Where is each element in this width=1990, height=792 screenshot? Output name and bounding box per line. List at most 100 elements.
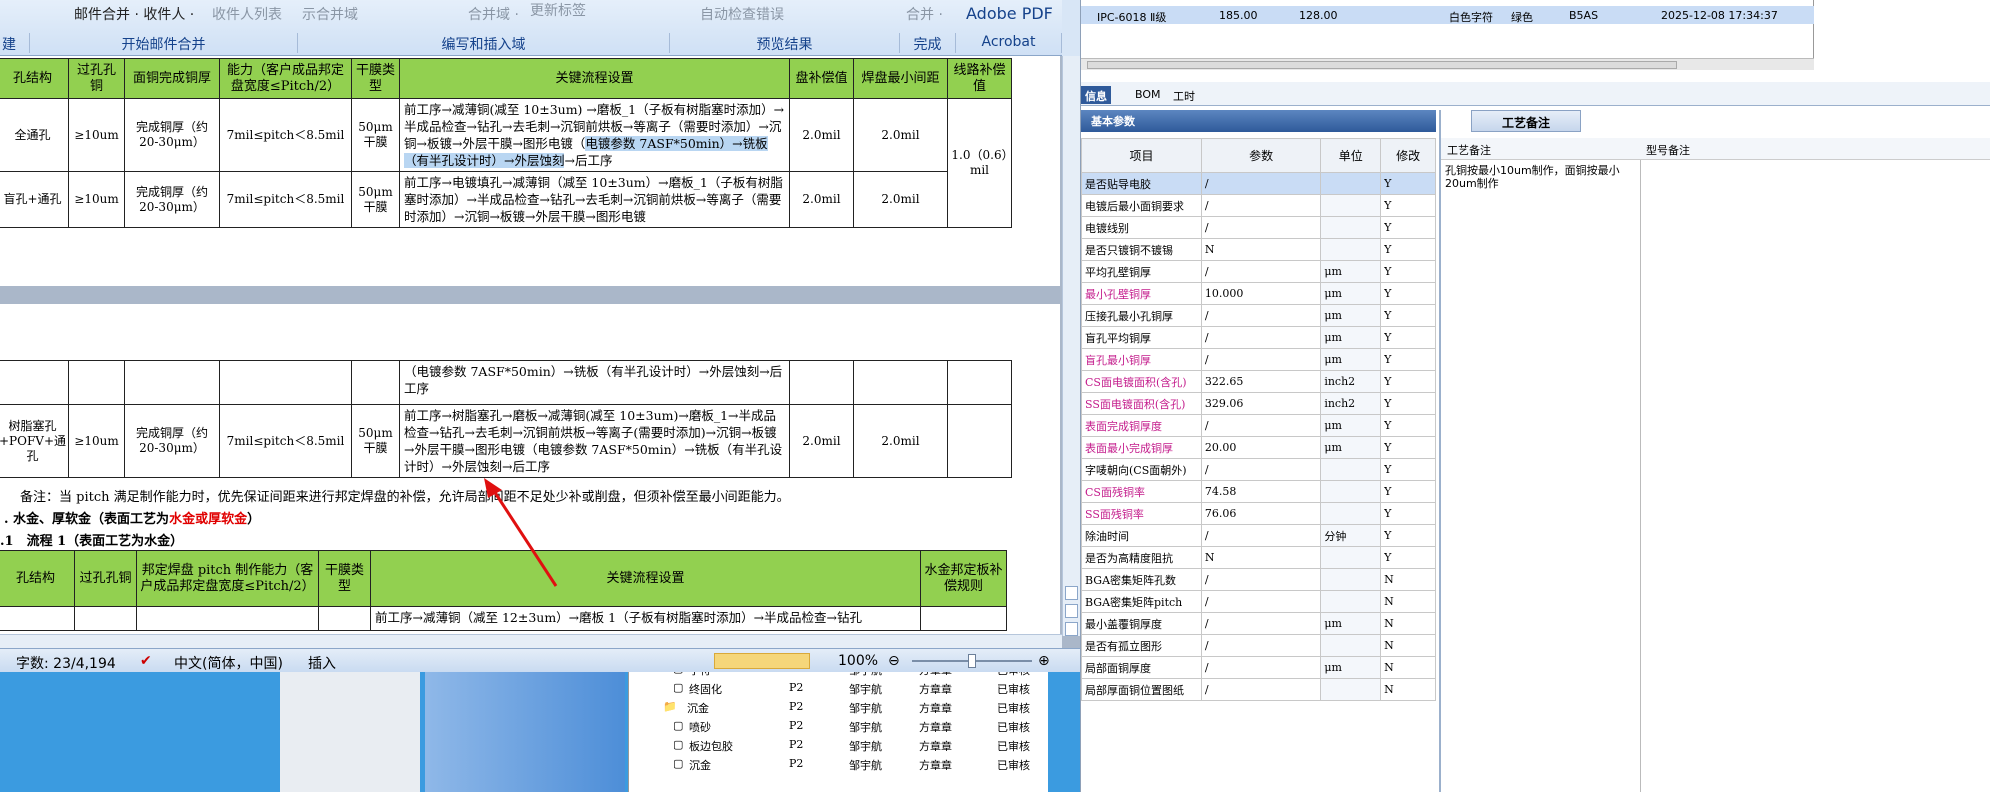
param-row[interactable]: 除油时间 / 分钟 Y xyxy=(1081,524,1436,547)
param-row[interactable]: 电镀线别 / Y xyxy=(1081,216,1436,239)
selected-record-row[interactable]: IPC-6018 Ⅱ级 185.00 128.00 白色字符 绿色 B5AS 2… xyxy=(1081,6,1814,24)
param-value[interactable]: 74.58 xyxy=(1200,480,1322,503)
param-row[interactable]: 最小孔壁铜厚 10.000 μm Y xyxy=(1081,282,1436,305)
param-row[interactable]: 盲孔最小铜厚 / μm Y xyxy=(1081,348,1436,371)
param-value[interactable]: / xyxy=(1200,414,1322,437)
tree-row[interactable]: ▢ 终固化 P2 邹宇航 方章章 已审核 xyxy=(629,679,1049,697)
param-row[interactable]: 是否只镀铜不镀锡 N Y xyxy=(1081,238,1436,261)
param-item: 表面最小完成铜厚 xyxy=(1081,436,1202,459)
insert-mode[interactable]: 插入 xyxy=(308,653,336,673)
craft-note-text[interactable]: 孔铜按最小10um制作，面铜按最小20um制作 xyxy=(1441,160,1641,792)
document-page-1[interactable]: 孔结构 过孔孔铜 面铜完成铜厚 能力（客户成品邦定盘宽度≤Pitch/2） 干膜… xyxy=(0,56,1060,286)
param-value[interactable]: / xyxy=(1200,568,1322,591)
view-buttons[interactable] xyxy=(714,653,810,669)
th-film: 干膜类型 xyxy=(351,58,400,99)
tree-row[interactable]: ▢ 喷砂 P2 邹宇航 方章章 已审核 xyxy=(629,717,1049,735)
param-row[interactable]: BGA密集矩阵pitch / N xyxy=(1081,590,1436,613)
param-value[interactable]: 76.06 xyxy=(1200,502,1322,525)
param-row[interactable]: CS面残铜率 74.58 Y xyxy=(1081,480,1436,503)
param-item: 盲孔平均铜厚 xyxy=(1081,326,1202,349)
tree-row[interactable]: ▢ 板边包胶 P2 邹宇航 方章章 已审核 xyxy=(629,736,1049,754)
top-grid-hscroll[interactable] xyxy=(1081,58,1814,70)
param-row[interactable]: CS面电镀面积(含孔) 322.65 inch2 Y xyxy=(1081,370,1436,393)
zoom-out-icon[interactable]: ⊖ xyxy=(888,653,900,669)
param-value[interactable]: / xyxy=(1200,678,1322,701)
vertical-scrollbar[interactable] xyxy=(1062,56,1080,636)
param-value[interactable]: 10.000 xyxy=(1200,282,1322,305)
param-value[interactable]: / xyxy=(1200,216,1322,239)
cell-spacing: 2.0mil xyxy=(853,98,948,172)
param-value[interactable]: / xyxy=(1200,194,1322,217)
param-row[interactable]: 压接孔最小孔铜厚 / μm Y xyxy=(1081,304,1436,327)
horizontal-scrollbar[interactable] xyxy=(0,634,1062,648)
param-row[interactable]: 是否贴导电胶 / Y xyxy=(1081,172,1436,195)
param-row[interactable]: 字唛朝向(CS面朝外) / Y xyxy=(1081,458,1436,481)
param-row[interactable]: 盲孔平均铜厚 / μm Y xyxy=(1081,326,1436,349)
scroll-thumb[interactable] xyxy=(1087,61,1677,69)
param-value[interactable]: 322.65 xyxy=(1200,370,1322,393)
mail-merge-button[interactable]: 邮件合并 · 收件人 · xyxy=(74,4,194,24)
param-modify: Y xyxy=(1380,458,1436,481)
param-value[interactable]: 329.06 xyxy=(1200,392,1322,415)
param-item: CS面电镀面积(含孔) xyxy=(1081,370,1202,393)
param-row[interactable]: BGA密集矩阵孔数 / N xyxy=(1081,568,1436,591)
finish-merge-button[interactable]: 合并 · xyxy=(906,4,943,24)
scroll-down-button[interactable] xyxy=(1065,622,1078,636)
param-item: BGA密集矩阵孔数 xyxy=(1081,568,1202,591)
word-count[interactable]: 字数: 23/4,194 xyxy=(16,653,116,673)
param-row[interactable]: 局部厚面铜位置图纸 / N xyxy=(1081,678,1436,701)
adobe-pdf-button[interactable]: Adobe PDF xyxy=(966,4,1053,23)
col-modify[interactable]: 修改 xyxy=(1380,138,1436,173)
param-value[interactable]: / xyxy=(1200,524,1322,547)
process-table-1: 孔结构 过孔孔铜 面铜完成铜厚 能力（客户成品邦定盘宽度≤Pitch/2） 干膜… xyxy=(0,58,1012,228)
param-value[interactable]: / xyxy=(1200,612,1322,635)
param-value[interactable]: 20.00 xyxy=(1200,436,1322,459)
zoom-in-icon[interactable]: ⊕ xyxy=(1038,653,1050,669)
param-row[interactable]: 是否有孤立图形 / N xyxy=(1081,634,1436,657)
tab-hours[interactable]: 工时 xyxy=(1169,86,1199,104)
param-row[interactable]: 平均孔壁铜厚 / μm Y xyxy=(1081,260,1436,283)
param-row[interactable]: 电镀后最小面铜要求 / Y xyxy=(1081,194,1436,217)
param-row[interactable]: 最小盖覆铜厚度 / μm N xyxy=(1081,612,1436,635)
zoom-level[interactable]: 100% xyxy=(838,653,878,669)
col-unit[interactable]: 单位 xyxy=(1320,138,1382,173)
param-value[interactable]: / xyxy=(1200,326,1322,349)
highlight-merge-fields-button[interactable]: 示合并域 xyxy=(302,4,358,24)
insert-merge-field-button[interactable]: 合并域 · xyxy=(468,4,519,24)
zoom-slider-thumb[interactable] xyxy=(968,654,976,668)
language-status[interactable]: 中文(简体，中国) xyxy=(174,653,283,673)
update-labels-button[interactable]: 更新标签 xyxy=(530,0,586,20)
param-value[interactable]: / xyxy=(1200,590,1322,613)
tree-node-user: 邹宇航 xyxy=(849,702,882,715)
tree-node-name: 沉金 xyxy=(687,702,709,715)
col-item[interactable]: 项目 xyxy=(1081,138,1202,173)
param-value[interactable]: / xyxy=(1200,634,1322,657)
param-value[interactable]: / xyxy=(1200,656,1322,679)
scroll-up-button[interactable] xyxy=(1065,586,1078,600)
param-item: 盲孔最小铜厚 xyxy=(1081,348,1202,371)
param-row[interactable]: SS面电镀面积(含孔) 329.06 inch2 Y xyxy=(1081,392,1436,415)
param-row[interactable]: 表面完成铜厚度 / μm Y xyxy=(1081,414,1436,437)
auto-check-errors-button[interactable]: 自动检查错误 xyxy=(700,4,784,24)
param-row[interactable]: 表面最小完成铜厚 20.00 μm Y xyxy=(1081,436,1436,459)
tab-bom[interactable]: BOM xyxy=(1131,86,1165,104)
param-value[interactable]: N xyxy=(1200,238,1322,261)
param-row[interactable]: 局部面铜厚度 / μm N xyxy=(1081,656,1436,679)
param-row[interactable]: SS面残铜率 76.06 Y xyxy=(1081,502,1436,525)
param-value[interactable]: / xyxy=(1200,348,1322,371)
param-value[interactable]: / xyxy=(1200,260,1322,283)
col-param[interactable]: 参数 xyxy=(1200,138,1322,173)
param-value[interactable]: N xyxy=(1200,546,1322,569)
group-label: 建 xyxy=(2,37,16,53)
edit-recipients-button[interactable]: 收件人列表 xyxy=(212,4,282,24)
select-browse-object-icon[interactable] xyxy=(1065,604,1078,618)
tab-info[interactable]: 信息 xyxy=(1081,86,1111,104)
param-value[interactable]: / xyxy=(1200,458,1322,481)
param-value[interactable]: / xyxy=(1200,304,1322,327)
tree-row[interactable]: 📁 沉金 P2 邹宇航 方章章 已审核 xyxy=(629,698,1049,716)
tree-row[interactable]: ▢ 沉金 P2 邹宇航 方章章 已审核 xyxy=(629,755,1049,773)
param-row[interactable]: 是否为高精度阻抗 N Y xyxy=(1081,546,1436,569)
tab-craft-notes[interactable]: 工艺备注 xyxy=(1471,110,1581,132)
proofing-icon[interactable]: ✔ xyxy=(140,653,152,669)
param-value[interactable]: / xyxy=(1200,172,1322,195)
